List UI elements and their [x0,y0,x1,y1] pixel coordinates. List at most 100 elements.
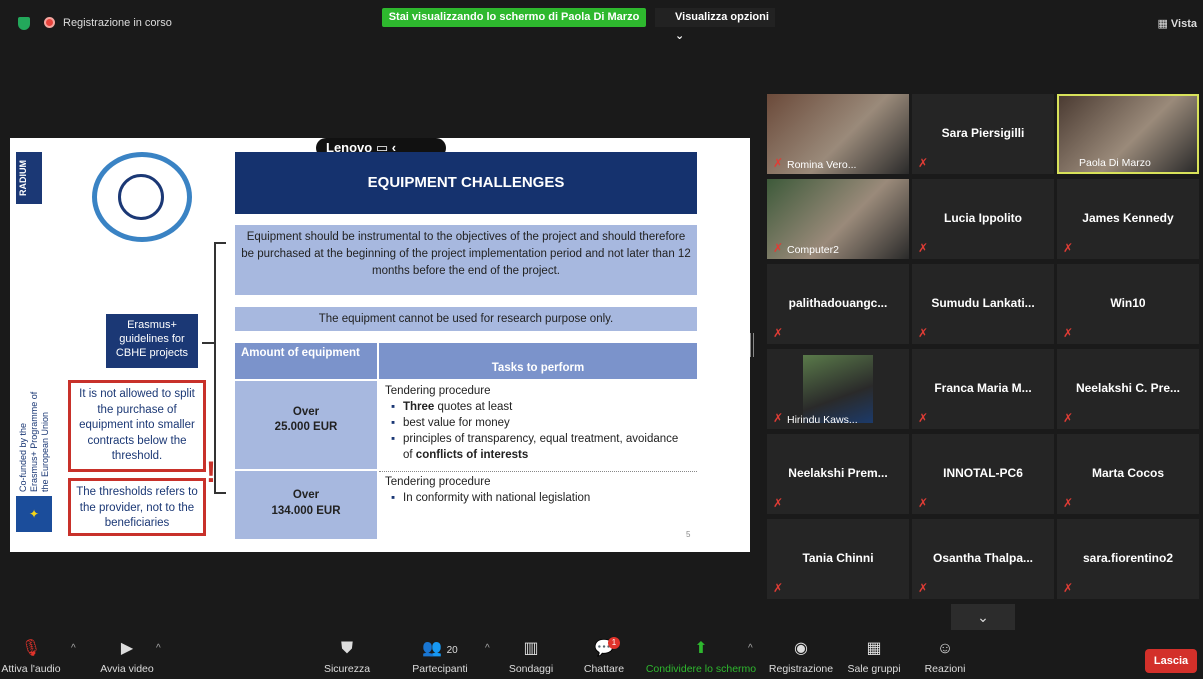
participant-tile[interactable]: Tania Chinni ✗ [767,519,909,599]
chevron-down-icon: ⌄ [977,609,989,625]
start-video-label: Avvia video [100,663,154,675]
participant-name: Sumudu Lankati... [931,296,1035,310]
participant-tile[interactable]: Lucia Ippolito ✗ [912,179,1054,259]
row1-amount-line2: 25.000 EUR [274,421,338,433]
participant-tile[interactable]: sara.fiorentino2 ✗ [1057,519,1199,599]
share-screen-icon: ⬆ [694,640,708,657]
participant-tile[interactable]: Neelakshi C. Pre... ✗ [1057,349,1199,429]
slide-title: EQUIPMENT CHALLENGES [235,152,697,214]
row1-amount-line1: Over [292,406,320,418]
participant-tile[interactable]: Sumudu Lankati... ✗ [912,264,1054,344]
row1-bullet1: Three quotes at least [385,399,691,415]
mic-muted-icon: ✗ [773,411,784,425]
panel-resize-handle[interactable] [750,333,754,357]
chat-icon: 💬 [594,640,614,657]
equipment-table: Amount of equipment Tasks to perform Ove… [235,343,697,539]
share-screen-label: Condividere lo schermo [645,663,757,675]
participant-name: Marta Cocos [1091,466,1165,480]
record-button[interactable]: ◉ Registrazione [766,637,836,679]
gallery-next-page-button[interactable]: ⌄ [951,604,1015,630]
share-screen-button[interactable]: ⬆ Condividere lo schermo [642,637,760,679]
meeting-toolbar: 🎙 Attiva l'audio ^ ▶ Avvia video ^ ⛊ Sic… [0,637,1203,679]
polls-icon: ▥ [523,640,539,657]
participant-name: Neelakshi C. Pre... [1075,381,1181,395]
shield-icon[interactable] [18,17,30,30]
participant-name: Sara Piersigilli [941,126,1025,140]
participant-tile[interactable]: Franca Maria M... ✗ [912,349,1054,429]
row1-title: Tendering procedure [385,385,491,397]
mic-muted-icon: ✗ [918,326,929,340]
mic-muted-icon: ✗ [773,581,784,595]
mic-muted-icon: ✗ [1063,581,1074,595]
mic-muted-icon: ✗ [773,326,784,340]
view-button[interactable]: ▦ Vista [1157,17,1197,30]
participant-tile[interactable]: Win10 ✗ [1057,264,1199,344]
row2-amount: Over 134.000 EUR [235,471,377,539]
mic-muted-icon: ✗ [1063,241,1074,255]
security-button[interactable]: ⛊ Sicurezza [318,637,376,679]
header-tasks: Tasks to perform [379,343,697,379]
erasmus-guidelines-box: Erasmus+ guidelines for CBHE projects [106,314,198,368]
participant-tile[interactable]: Hirindu Kaws... ✗ [767,349,909,429]
participants-button[interactable]: 👥 20 Partecipanti [408,637,472,679]
participants-count: 20 [446,645,458,656]
participant-name: Win10 [1110,296,1146,310]
participant-name: palithadouangc... [788,296,888,310]
mic-muted-icon: ✗ [1063,496,1074,510]
breakout-rooms-label: Sale gruppi [847,663,901,675]
participant-tile[interactable]: Computer2 ✗ [767,179,909,259]
participant-name: Hirindu Kaws... [787,414,858,426]
leave-button[interactable]: Lascia [1145,649,1197,673]
polls-label: Sondaggi [508,663,554,675]
row1-bullet1-rest: quotes at least [434,401,513,413]
participant-tile[interactable]: INNOTAL-PC6 ✗ [912,434,1054,514]
warning-box-split: It is not allowed to split the purchase … [68,380,206,472]
reactions-label: Reazioni [924,663,966,675]
participant-tile[interactable]: Paola Di Marzo [1057,94,1199,174]
chat-button[interactable]: 💬 Chattare 1 [580,637,628,679]
participant-name: Romina Vero... [787,159,857,171]
mic-muted-icon: ✗ [918,581,929,595]
video-options-caret[interactable]: ^ [156,643,161,654]
participant-tile[interactable]: Romina Vero... ✗ [767,94,909,174]
view-options-button[interactable]: Visualizza opzioni ⌄ [655,8,775,42]
participants-label: Partecipanti [412,663,468,675]
record-label: Registrazione [768,663,834,675]
start-video-button[interactable]: ▶ Avvia video [96,637,158,679]
participant-tile[interactable]: Osantha Thalpa... ✗ [912,519,1054,599]
view-label: Vista [1170,18,1197,30]
slide-paragraph: Equipment should be instrumental to the … [235,225,697,295]
participant-tile[interactable]: Sara Piersigilli ✗ [912,94,1054,174]
participant-tile[interactable]: palithadouangc... ✗ [767,264,909,344]
mic-muted-icon: ✗ [918,411,929,425]
slide-note: The equipment cannot be used for researc… [235,307,697,331]
participant-tile[interactable]: Neelakshi Prem... ✗ [767,434,909,514]
row2-tasks: Tendering procedure In conformity with n… [379,471,697,539]
participant-name: Lucia Ippolito [944,211,1022,225]
row1-bullet2: best value for money [385,415,691,431]
share-options-caret[interactable]: ^ [748,643,753,654]
breakout-rooms-button[interactable]: ▦ Sale gruppi [844,637,904,679]
unmute-button[interactable]: 🎙 Attiva l'audio [0,637,62,679]
grid-icon: ▦ [1157,18,1171,30]
screen-share-banner: Stai visualizzando lo schermo di Paola D… [382,8,646,27]
polls-button[interactable]: ▥ Sondaggi [506,637,556,679]
audio-options-caret[interactable]: ^ [71,643,76,654]
row1-amount: Over 25.000 EUR [235,381,377,469]
participant-name: Osantha Thalpa... [932,551,1034,565]
warning-box-thresholds: The thresholds refers to the provider, n… [68,478,206,536]
row1-tasks: Tendering procedure Three quotes at leas… [379,381,697,469]
participant-name: James Kennedy [1082,211,1174,225]
row1-bullet1-bold: Three [403,401,435,413]
header-amount: Amount of equipment [235,343,377,379]
recording-status: Registrazione in corso [63,17,172,29]
mic-muted-icon: ✗ [773,156,784,170]
participants-icon: 👥 20 [422,640,458,657]
participant-tile[interactable]: James Kennedy ✗ [1057,179,1199,259]
row1-bullet3: principles of transparency, equal treatm… [385,431,691,463]
participants-options-caret[interactable]: ^ [485,643,490,654]
reactions-button[interactable]: ☺ Reazioni [918,637,972,679]
participant-name: Franca Maria M... [934,381,1032,395]
participant-tile[interactable]: Marta Cocos ✗ [1057,434,1199,514]
mic-muted-icon: 🎙 [20,640,42,657]
